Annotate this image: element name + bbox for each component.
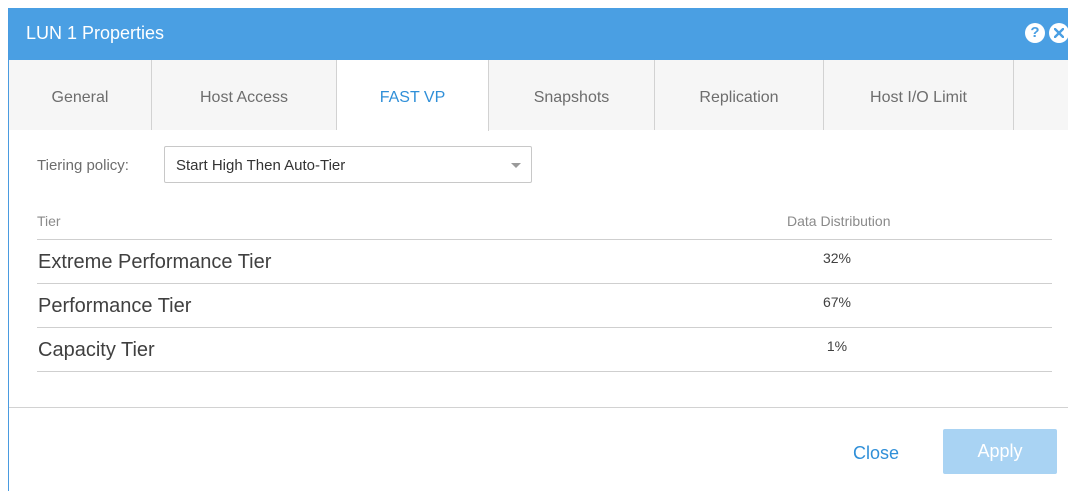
lun-properties-dialog: LUN 1 Properties ? General Host Access F… [8,8,1068,491]
tier-distribution: 1% [826,338,848,354]
tab-host-io-limit[interactable]: Host I/O Limit [824,60,1014,130]
tier-name: Performance Tier [38,295,192,317]
tiering-policy-value: Start High Then Auto-Tier [176,157,346,174]
table-row: Performance Tier 67% [37,283,1052,327]
tab-general[interactable]: General [9,60,152,130]
tab-snapshots[interactable]: Snapshots [489,60,655,130]
column-header-tier: Tier [37,213,61,229]
dialog-titlebar: LUN 1 Properties ? [9,8,1068,60]
help-icon[interactable]: ? [1025,23,1045,43]
tab-host-access[interactable]: Host Access [152,60,337,130]
close-button[interactable]: Close [853,443,899,464]
apply-button[interactable]: Apply [943,429,1057,474]
tab-bar-filler [1014,60,1068,130]
dialog-title: LUN 1 Properties [26,23,165,43]
close-icon[interactable] [1049,23,1068,43]
tab-bar: General Host Access FAST VP Snapshots Re… [9,60,1068,131]
chevron-down-icon[interactable] [511,163,521,168]
tier-name: Capacity Tier [38,339,155,361]
tab-replication[interactable]: Replication [655,60,824,130]
tab-fast-vp[interactable]: FAST VP [337,60,489,131]
table-row: Capacity Tier 1% [37,327,1052,371]
tiering-policy-label: Tiering policy: [37,157,129,174]
tier-distribution: 67% [822,294,852,310]
tiering-policy-select[interactable]: Start High Then Auto-Tier [164,146,532,183]
tier-distribution: 32% [822,250,852,266]
footer-divider [9,407,1068,408]
table-bottom-divider [37,371,1052,372]
table-row: Extreme Performance Tier 32% [37,239,1052,283]
column-header-data-distribution: Data Distribution [787,213,891,229]
tier-name: Extreme Performance Tier [38,251,272,273]
